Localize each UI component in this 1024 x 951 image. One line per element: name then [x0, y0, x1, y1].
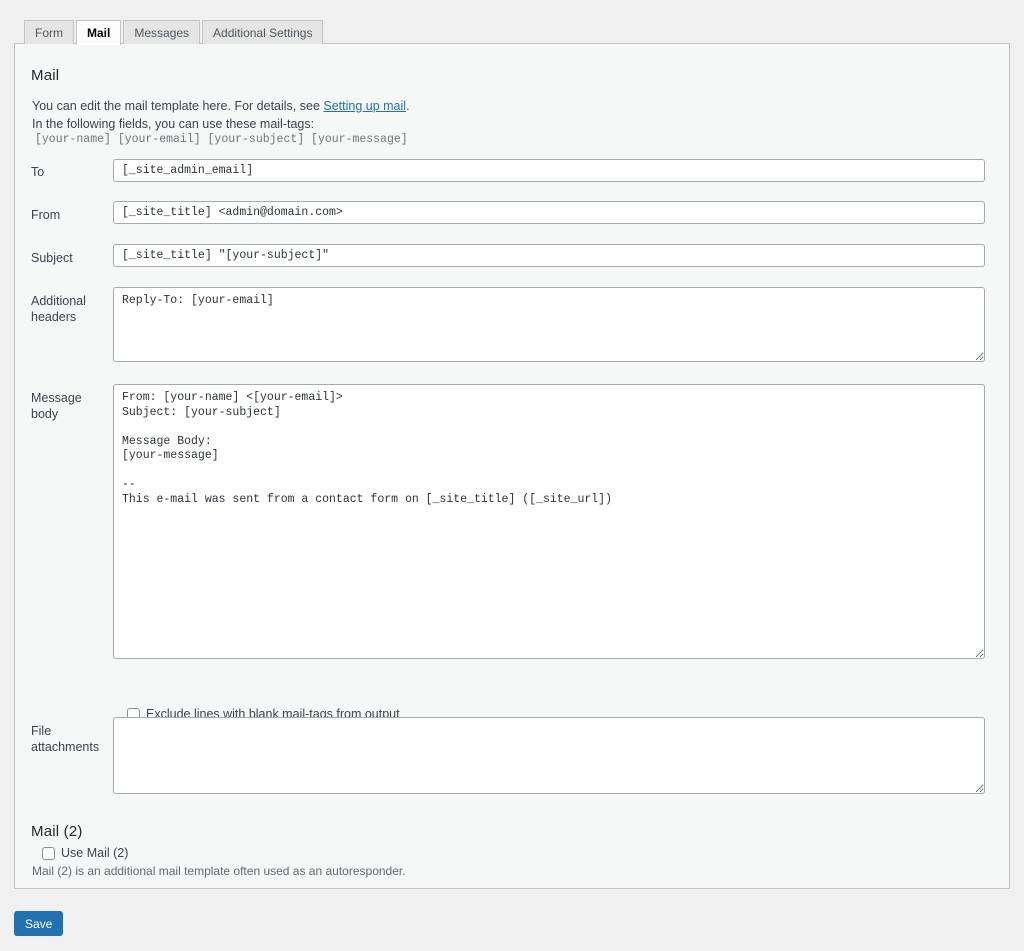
mail-section-title: Mail [31, 67, 59, 84]
file-attachments-textarea[interactable] [113, 717, 985, 794]
file-attachments-label: File attachments [31, 723, 111, 755]
tab-messages[interactable]: Messages [123, 20, 200, 44]
mail-panel: Mail You can edit the mail template here… [14, 43, 1010, 889]
additional-headers-label: Additional headers [31, 293, 111, 325]
message-body-textarea[interactable]: From: [your-name] <[your-email]> Subject… [113, 384, 985, 659]
use-mail-2-checkbox[interactable] [42, 847, 55, 860]
editor-tab-bar: Form Mail Messages Additional Settings [24, 20, 325, 45]
use-mail-2-label: Use Mail (2) [61, 846, 128, 860]
intro-after-link: . [406, 99, 409, 113]
message-body-label: Message body [31, 390, 111, 422]
setting-up-mail-link[interactable]: Setting up mail [323, 99, 406, 113]
tab-form[interactable]: Form [24, 20, 74, 44]
from-input[interactable] [113, 201, 985, 224]
subject-label: Subject [31, 250, 111, 266]
to-label: To [31, 164, 111, 180]
mail-tags-hint-text: In the following fields, you can use the… [32, 117, 314, 131]
additional-headers-textarea[interactable]: Reply-To: [your-email] [113, 287, 985, 362]
save-button[interactable]: Save [14, 911, 63, 936]
to-input[interactable] [113, 159, 985, 182]
intro-before-link: You can edit the mail template here. For… [32, 99, 323, 113]
mail-settings-page: Form Mail Messages Additional Settings M… [0, 0, 1024, 951]
mail-2-description: Mail (2) is an additional mail template … [32, 864, 406, 878]
mail-intro-text: You can edit the mail template here. For… [32, 99, 410, 113]
from-label: From [31, 207, 111, 223]
mail-2-section-title: Mail (2) [31, 823, 83, 840]
available-mail-tags: [your-name] [your-email] [your-subject] … [35, 133, 408, 146]
tab-additional-settings[interactable]: Additional Settings [202, 20, 323, 44]
use-mail-2-checkbox-row[interactable]: Use Mail (2) [42, 846, 128, 860]
tab-mail[interactable]: Mail [76, 20, 121, 45]
subject-input[interactable] [113, 244, 985, 267]
